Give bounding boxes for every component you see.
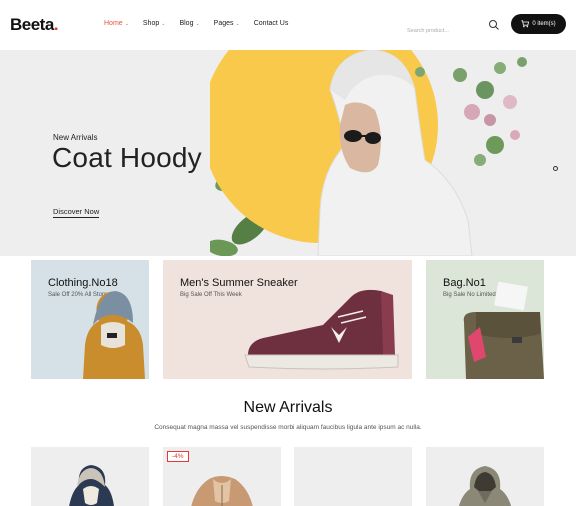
chevron-down-icon: ⌄ bbox=[161, 20, 166, 27]
section-title: New Arrivals bbox=[243, 399, 333, 416]
hero-title: Coat Hoody bbox=[52, 142, 202, 173]
logo[interactable]: Beeta. bbox=[10, 15, 59, 35]
nav-label: Pages bbox=[213, 20, 234, 27]
nav-label: Home bbox=[104, 20, 123, 27]
nav-label: Blog bbox=[179, 20, 194, 27]
product-card[interactable] bbox=[31, 447, 149, 506]
product-image bbox=[458, 466, 512, 506]
nav-item-pages[interactable]: Pages ⌄ bbox=[214, 20, 240, 27]
product-card[interactable] bbox=[294, 447, 412, 506]
hero-image bbox=[210, 50, 527, 256]
banner-clothing[interactable]: Clothing.No18 Sale Off 20% All Store bbox=[31, 260, 149, 379]
site-header: Beeta. Home ⌄ Shop ⌄ Blog ⌄ Pages ⌄ Cont… bbox=[0, 0, 576, 50]
product-card[interactable] bbox=[426, 447, 544, 506]
discount-badge: -4% bbox=[167, 451, 189, 462]
nav-label: Contact Us bbox=[253, 20, 289, 27]
sneaker-image bbox=[244, 289, 399, 370]
product-card[interactable]: -4% bbox=[163, 447, 281, 506]
jacket-image bbox=[83, 291, 145, 379]
chevron-down-icon: ⌄ bbox=[124, 20, 129, 27]
cart-icon bbox=[521, 20, 530, 28]
hero-slider: New Arrivals Coat Hoody Discover Now bbox=[0, 50, 576, 256]
nav-label: Shop bbox=[142, 20, 160, 27]
nav-item-blog[interactable]: Blog ⌄ bbox=[179, 20, 199, 27]
nav-item-contact[interactable]: Contact Us bbox=[254, 20, 289, 27]
search-icon[interactable] bbox=[488, 19, 500, 31]
section-description: Consequat magna massa vel suspendisse mo… bbox=[154, 424, 422, 431]
chevron-down-icon: ⌄ bbox=[195, 20, 200, 27]
chevron-down-icon: ⌄ bbox=[235, 20, 240, 27]
nav-item-home[interactable]: Home ⌄ bbox=[104, 20, 129, 27]
main-nav: Home ⌄ Shop ⌄ Blog ⌄ Pages ⌄ Contact Us bbox=[104, 20, 302, 27]
hero-subtitle: New Arrivals bbox=[53, 133, 98, 142]
banner-sneaker[interactable]: Men's Summer Sneaker Big Sale Off This W… bbox=[163, 260, 412, 379]
search-input[interactable] bbox=[407, 28, 482, 34]
bag-image bbox=[463, 282, 544, 379]
logo-dot: . bbox=[53, 15, 59, 34]
search-bar bbox=[407, 19, 500, 34]
logo-text: Beeta bbox=[10, 15, 54, 34]
cart-button[interactable]: 0 item(s) bbox=[511, 14, 566, 34]
nav-item-shop[interactable]: Shop ⌄ bbox=[143, 20, 166, 27]
banner-bag[interactable]: Bag.No1 Big Sale No Limited bbox=[426, 260, 544, 379]
cart-count-label: 0 item(s) bbox=[532, 21, 556, 27]
banner-subtitle: Big Sale Off This Week bbox=[180, 292, 242, 298]
product-image bbox=[69, 465, 114, 506]
discover-now-link[interactable]: Discover Now bbox=[53, 207, 100, 218]
slider-dot[interactable] bbox=[553, 166, 558, 171]
product-image bbox=[191, 476, 253, 506]
